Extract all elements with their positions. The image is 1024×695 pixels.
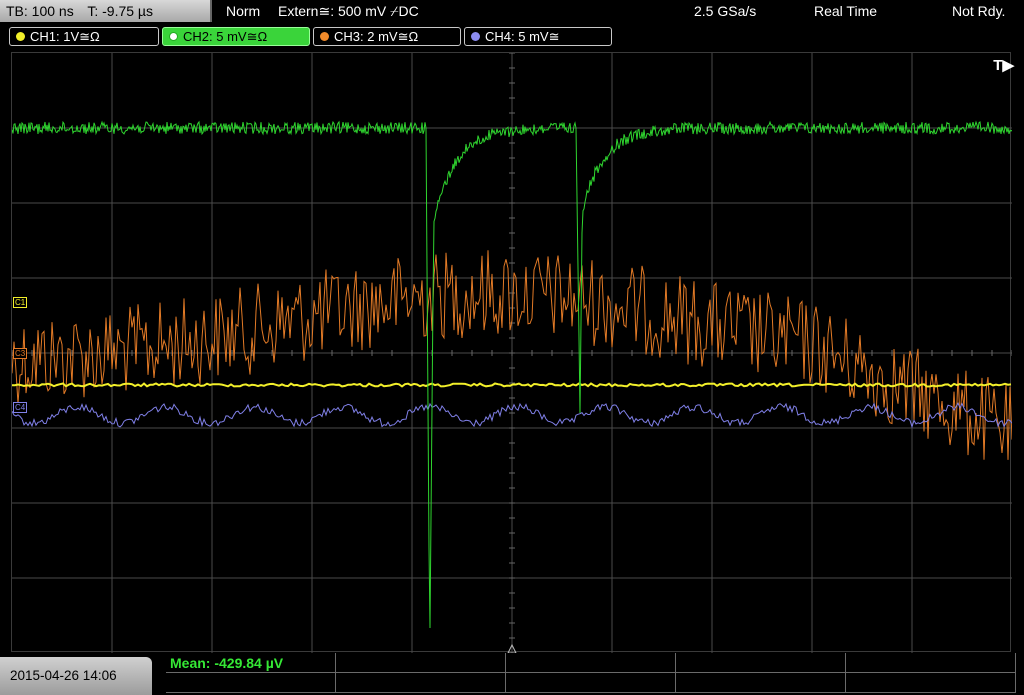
trigger-time-label: T: -9.75 µs (87, 3, 153, 19)
channel-bar: CH1: 1V≅Ω CH2: 5 mV≅Ω CH3: 2 mV≅Ω CH4: 5… (0, 26, 1024, 48)
channel-3-dot-icon (320, 32, 329, 41)
measurement-mean[interactable]: Mean: -429.84 µV (170, 654, 283, 672)
channel-3-label: CH3: 2 mV≅Ω (334, 29, 419, 44)
waveform-grid (12, 53, 1012, 653)
waveform-display[interactable] (11, 52, 1012, 653)
trigger-mode[interactable]: Norm (226, 0, 260, 22)
channel-4-label: CH4: 5 mV≅ (485, 29, 560, 44)
timebase-label: TB: 100 ns (6, 3, 74, 19)
timebase-panel[interactable]: TB: 100 ns T: -9.75 µs (0, 0, 212, 22)
trigger-source[interactable]: Extern≅: 500 mV ⌿DC (278, 0, 419, 22)
measurement-table (166, 653, 1016, 693)
channel-1-dot-icon (16, 32, 25, 41)
channel-4-dot-icon (471, 32, 480, 41)
ch3-offset-marker[interactable]: C3 (13, 348, 28, 359)
trigger-indicator-icon: T▶ (993, 57, 1014, 74)
channel-3-button[interactable]: CH3: 2 mV≅Ω (313, 27, 461, 46)
channel-2-label: CH2: 5 mV≅Ω (183, 29, 268, 44)
datetime-panel: 2015-04-26 14:06 (0, 657, 152, 695)
channel-4-button[interactable]: CH4: 5 mV≅ (464, 27, 612, 46)
channel-2-dot-icon (169, 32, 178, 41)
acquisition-status: Not Rdy. (952, 3, 1006, 19)
status-bar: TB: 100 ns T: -9.75 µs Norm Extern≅: 500… (0, 0, 1024, 24)
channel-2-button[interactable]: CH2: 5 mV≅Ω (162, 27, 310, 46)
ch4-offset-marker[interactable]: C4 (13, 402, 28, 413)
ch1-offset-marker[interactable]: C1 (13, 297, 28, 308)
acquisition-mode: Real Time (814, 3, 878, 19)
channel-1-label: CH1: 1V≅Ω (30, 29, 100, 44)
channel-1-button[interactable]: CH1: 1V≅Ω (9, 27, 159, 46)
sample-rate: 2.5 GSa/s (694, 3, 757, 19)
